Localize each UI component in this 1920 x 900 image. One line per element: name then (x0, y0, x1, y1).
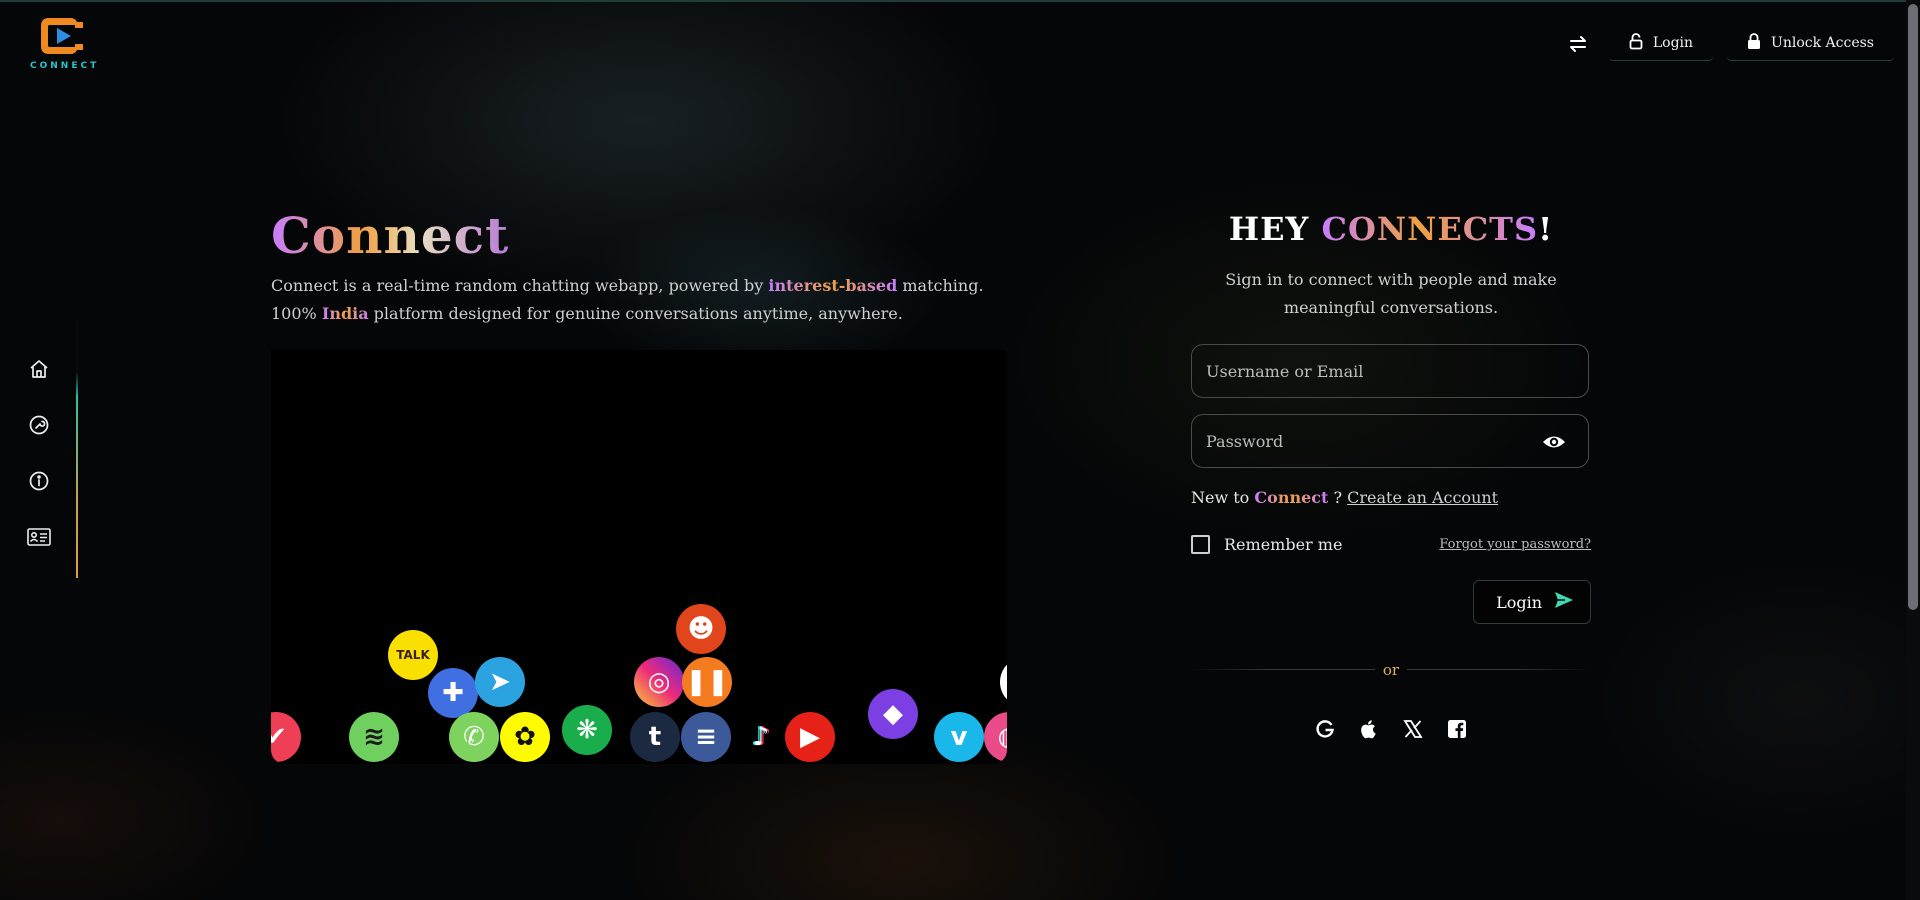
bubble-snapchat-icon[interactable]: ✿ (500, 712, 550, 762)
bubble-label: ▶ (800, 722, 820, 752)
bubble-wordpress-icon[interactable]: ≡ (681, 712, 731, 762)
bubble-tiktok-icon[interactable]: ♪ (736, 712, 786, 762)
bubble-wechat-icon[interactable]: ❋ (562, 705, 612, 755)
home-icon[interactable] (26, 356, 52, 382)
bubble-label: ≡ (695, 722, 717, 752)
login-title: HEY CONNECTS! (1191, 210, 1591, 248)
bubble-pocket-icon[interactable]: ✔ (271, 712, 301, 762)
bubble-instagram-icon[interactable]: ◎ (634, 657, 684, 707)
question-text: ? (1328, 488, 1348, 507)
social-login-row (1191, 718, 1591, 740)
bubble-white-circle-icon[interactable] (1000, 657, 1007, 707)
bubble-label: ❚❚ (685, 667, 729, 697)
hero-desc-part3: platform designed for genuine conversati… (368, 304, 903, 323)
bubble-label: ✔ (271, 722, 287, 752)
remember-label: Remember me (1224, 535, 1343, 554)
bubble-label: ❋ (576, 715, 598, 745)
remember-me[interactable]: Remember me (1191, 535, 1342, 554)
bubble-label: ◆ (883, 699, 903, 729)
bubble-label: ✿ (514, 722, 536, 752)
login-button[interactable]: Login (1473, 580, 1591, 624)
login-panel: HEY CONNECTS! Sign in to connect with pe… (1191, 210, 1591, 740)
google-icon[interactable] (1314, 718, 1336, 740)
bubble-soundcloud-icon[interactable]: ❚❚ (682, 657, 732, 707)
x-icon[interactable] (1402, 718, 1424, 740)
side-rail (0, 320, 78, 578)
or-divider: or (1191, 660, 1591, 679)
eye-icon[interactable] (1542, 431, 1566, 453)
logo-mark-icon (37, 14, 89, 58)
remember-row: Remember me Forgot your password? (1191, 535, 1591, 554)
lock-open-icon (1629, 32, 1643, 54)
bubble-whatsapp-icon[interactable]: ✆ (449, 712, 499, 762)
bubble-feather-icon[interactable]: ✚ (428, 668, 478, 718)
bubble-label: ♪ (752, 722, 770, 752)
username-field (1191, 344, 1589, 398)
bubble-label: ➤ (489, 667, 511, 697)
bubble-label: ◍ (998, 722, 1007, 752)
bubble-twitch-icon[interactable]: ◆ (868, 689, 918, 739)
login-button-label: Login (1496, 592, 1542, 612)
bubble-youtube-icon[interactable]: ▶ (785, 712, 835, 762)
bubble-tumblr-icon[interactable]: t (630, 712, 680, 762)
nav-unlock-label: Unlock Access (1771, 35, 1874, 51)
bubble-label: t (648, 722, 662, 752)
hero-desc-highlight2: India (321, 304, 369, 323)
login-title-prefix: HEY (1228, 210, 1322, 248)
bubble-dribbble-icon[interactable]: ◍ (984, 712, 1007, 762)
bubble-telegram-icon[interactable]: ➤ (475, 657, 525, 707)
hero-description: Connect is a real-time random chatting w… (271, 272, 1011, 328)
wrench-icon[interactable] (26, 412, 52, 438)
social-bubble-stage: TALK ✚ ➤ ☻ ◎ ❚❚ ✔ ≋ ✆ ✿ ❋ t ≡ ♪ ▶ ◆ v ◍ (271, 350, 1007, 764)
create-account-link[interactable]: Create an Account (1347, 488, 1498, 507)
password-field (1191, 414, 1589, 468)
logo[interactable]: CONNECT (30, 14, 96, 71)
login-title-highlight: CONNECTS (1321, 210, 1539, 248)
username-input[interactable] (1192, 361, 1540, 381)
rail-line (76, 320, 78, 578)
password-input[interactable] (1192, 431, 1540, 451)
bubble-vimeo-icon[interactable]: v (934, 712, 984, 762)
remember-checkbox[interactable] (1191, 535, 1210, 554)
new-to-text: New to (1191, 488, 1255, 507)
bubble-label: ☻ (687, 614, 715, 644)
bubble-label: ✆ (463, 722, 485, 752)
hero-title: Connect (271, 206, 510, 265)
bubble-spotify-icon[interactable]: ≋ (349, 712, 399, 762)
bubble-label: TALK (396, 648, 430, 662)
nav-login-label: Login (1652, 35, 1694, 51)
bubble-label: v (950, 722, 968, 752)
bubble-label: ≋ (363, 722, 385, 752)
id-card-icon[interactable] (26, 524, 52, 550)
info-icon[interactable] (26, 468, 52, 494)
logo-text: CONNECT (30, 61, 100, 71)
lock-icon (1747, 32, 1761, 54)
bubble-kakaotalk-icon[interactable]: TALK (388, 630, 438, 680)
signup-prompt: New to Connect ? Create an Account (1191, 488, 1591, 507)
nav-unlock-access-button[interactable]: Unlock Access (1727, 26, 1894, 61)
apple-icon[interactable] (1358, 718, 1380, 740)
login-title-suffix: ! (1538, 210, 1554, 248)
forgot-password-link[interactable]: Forgot your password? (1439, 537, 1591, 552)
swap-arrows-icon[interactable] (1561, 27, 1595, 61)
login-subtitle: Sign in to connect with people and make … (1225, 270, 1557, 317)
hero-desc-highlight: interest-based (768, 276, 898, 295)
bubble-label: ◎ (647, 667, 671, 697)
bubble-label: ✚ (442, 678, 464, 708)
top-nav: Login Unlock Access (1561, 26, 1894, 61)
bubble-reddit-icon[interactable]: ☻ (676, 604, 726, 654)
login-button-row: Login (1191, 580, 1591, 624)
top-border (0, 0, 1920, 2)
brand-name: Connect (1254, 488, 1329, 507)
scrollbar-thumb[interactable] (1908, 4, 1918, 610)
hero-desc-part1: Connect is a real-time random chatting w… (271, 276, 769, 295)
facebook-icon[interactable] (1446, 718, 1468, 740)
nav-login-button[interactable]: Login (1608, 26, 1714, 61)
or-text: or (1374, 661, 1408, 679)
send-icon (1554, 591, 1574, 613)
